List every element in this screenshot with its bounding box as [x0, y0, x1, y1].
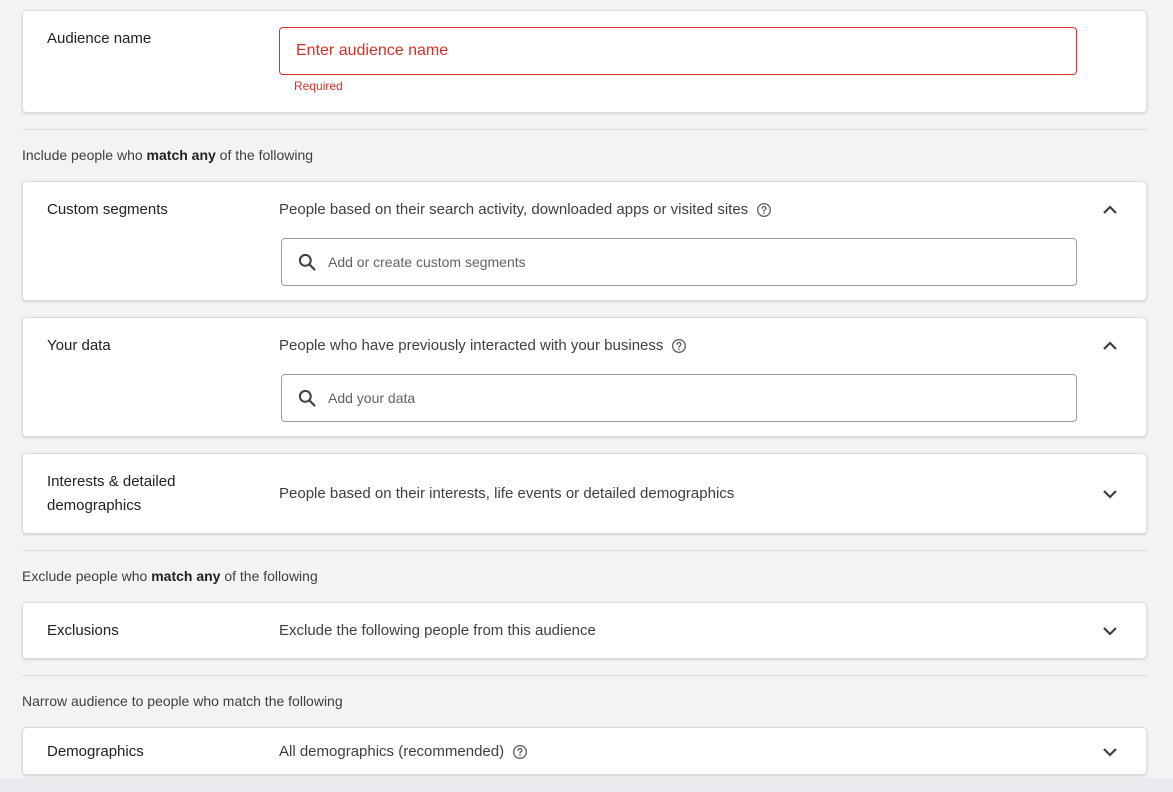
- interests-title-line1: Interests & detailed: [47, 473, 176, 490]
- expand-interests-button[interactable]: [1098, 482, 1122, 506]
- exclude-bold: match any: [151, 568, 221, 584]
- include-section-label: Include people who match any of the foll…: [22, 147, 313, 163]
- your-data-title: Your data: [47, 337, 111, 354]
- custom-segments-card: Custom segments People based on their se…: [22, 181, 1147, 301]
- interests-title: Interests & detailed demographics: [47, 470, 175, 518]
- exclusions-title: Exclusions: [47, 622, 119, 639]
- chevron-up-icon: [1103, 341, 1117, 350]
- interests-title-line2: demographics: [47, 497, 142, 514]
- divider: [22, 675, 1147, 676]
- collapse-your-data-button[interactable]: [1098, 334, 1122, 358]
- divider: [22, 129, 1147, 130]
- custom-segments-title: Custom segments: [47, 201, 168, 218]
- search-icon: [297, 388, 317, 408]
- audience-name-card: Audience name Required: [22, 10, 1147, 113]
- exclude-section-label: Exclude people who match any of the foll…: [22, 568, 318, 584]
- audience-name-input[interactable]: [279, 27, 1077, 75]
- exclusions-description: Exclude the following people from this a…: [279, 622, 596, 639]
- demographics-card[interactable]: Demographics All demographics (recommend…: [22, 727, 1147, 775]
- demographics-description-text: All demographics (recommended): [279, 743, 505, 760]
- demographics-description: All demographics (recommended): [279, 740, 528, 764]
- your-data-description-text: People who have previously interacted wi…: [279, 337, 664, 354]
- chevron-down-icon: [1103, 627, 1117, 636]
- help-icon[interactable]: [512, 744, 528, 760]
- custom-segments-description: People based on their search activity, d…: [279, 198, 772, 222]
- exclude-suffix: of the following: [220, 568, 318, 584]
- help-icon[interactable]: [671, 338, 687, 354]
- divider: [22, 550, 1147, 551]
- chevron-up-icon: [1103, 205, 1117, 214]
- exclusions-card[interactable]: Exclusions Exclude the following people …: [22, 602, 1147, 659]
- your-data-card: Your data People who have previously int…: [22, 317, 1147, 437]
- your-data-description: People who have previously interacted wi…: [279, 334, 687, 358]
- include-suffix: of the following: [215, 147, 314, 163]
- expand-exclusions-button[interactable]: [1098, 619, 1122, 643]
- interests-description: People based on their interests, life ev…: [279, 485, 735, 502]
- interests-card[interactable]: Interests & detailed demographics People…: [22, 453, 1147, 534]
- your-data-search[interactable]: [281, 374, 1077, 422]
- custom-segments-search[interactable]: [281, 238, 1077, 286]
- custom-segments-search-input[interactable]: [326, 253, 1076, 271]
- chevron-down-icon: [1103, 748, 1117, 757]
- include-prefix: Include people who: [22, 147, 147, 163]
- your-data-search-input[interactable]: [326, 389, 1076, 407]
- expand-demographics-button[interactable]: [1098, 740, 1122, 764]
- exclude-prefix: Exclude people who: [22, 568, 152, 584]
- demographics-title: Demographics: [47, 743, 144, 760]
- search-icon: [297, 252, 317, 272]
- collapse-custom-segments-button[interactable]: [1098, 198, 1122, 222]
- custom-segments-description-text: People based on their search activity, d…: [279, 201, 749, 218]
- audience-name-error: Required: [294, 79, 343, 93]
- include-bold: match any: [146, 147, 216, 163]
- bottom-scroll-area: [0, 778, 1173, 792]
- chevron-down-icon: [1103, 490, 1117, 499]
- help-icon[interactable]: [756, 202, 772, 218]
- narrow-section-label: Narrow audience to people who match the …: [22, 693, 343, 709]
- audience-name-label: Audience name: [47, 30, 152, 47]
